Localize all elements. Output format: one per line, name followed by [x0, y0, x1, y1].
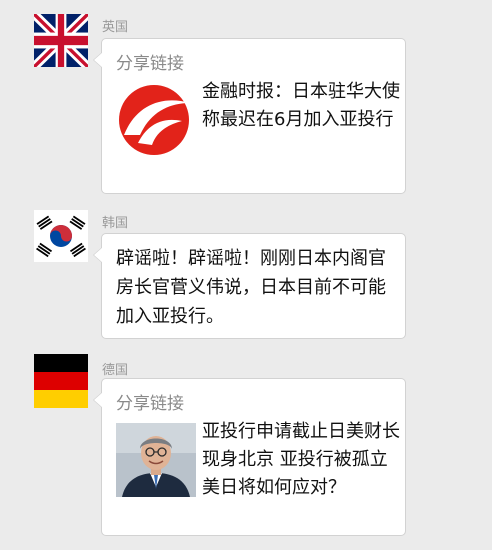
share-thumbnail — [116, 83, 196, 157]
korea-flag-icon — [34, 210, 88, 262]
financial-times-cn-logo-icon — [116, 83, 196, 157]
message-text: 辟谣啦！辟谣啦！刚刚日本内阁官房长官菅义伟说，日本目前不可能加入亚投行。 — [116, 248, 386, 327]
share-link-bubble[interactable]: 分享链接 金融时报：日本驻华大使称最迟在6月加入亚投行 — [93, 38, 406, 194]
uk-flag-icon — [34, 14, 88, 67]
share-thumbnail — [116, 423, 196, 497]
avatar-uk[interactable] — [34, 14, 88, 67]
avatar-germany[interactable] — [34, 354, 88, 408]
sender-name: 德国 — [102, 363, 129, 378]
avatar-korea[interactable] — [34, 210, 88, 262]
text-message-bubble[interactable]: 辟谣啦！辟谣啦！刚刚日本内阁官房长官菅义伟说，日本目前不可能加入亚投行。 — [93, 233, 406, 339]
sender-name: 韩国 — [102, 216, 129, 231]
germany-flag-icon — [34, 354, 88, 408]
share-title: 金融时报：日本驻华大使称最迟在6月加入亚投行 — [202, 81, 400, 130]
sender-name: 英国 — [102, 20, 129, 35]
share-link-label: 分享链接 — [116, 54, 184, 74]
share-link-bubble[interactable]: 分享链接 亚投行申请截止日美财长现身北京 亚投行被孤立美日将如何应对？ — [93, 378, 406, 536]
share-title: 亚投行申请截止日美财长现身北京 亚投行被孤立美日将如何应对？ — [202, 421, 400, 498]
share-link-label: 分享链接 — [116, 394, 184, 414]
man-portrait-photo — [116, 423, 196, 497]
